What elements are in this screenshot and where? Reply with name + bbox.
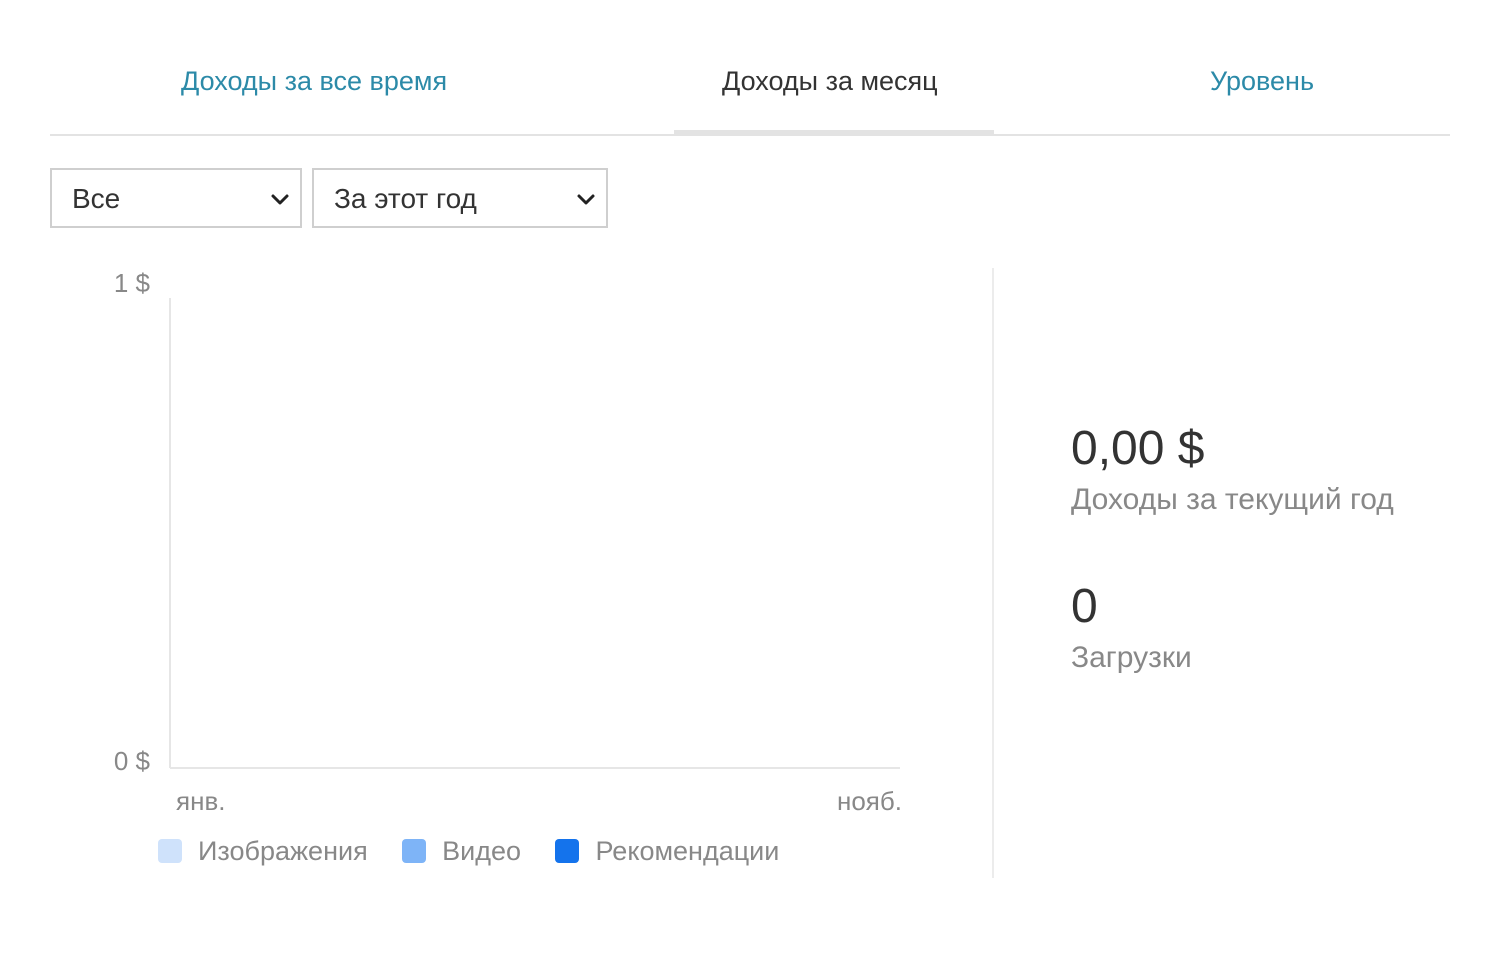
chart-legend: Изображения Видео Рекомендации <box>158 836 809 870</box>
chevron-down-icon <box>271 194 289 205</box>
chart-plot: 1 $ 0 $ янв. нояб. <box>114 268 902 816</box>
active-tab-indicator <box>674 130 994 135</box>
tab-all-time-earnings[interactable]: Доходы за все время <box>181 64 447 98</box>
type-select-value: Все <box>72 183 121 214</box>
tab-monthly-earnings[interactable]: Доходы за месяц <box>722 64 938 98</box>
stats-panel: 0,00 $ Доходы за текущий год 0 Загрузки <box>1071 420 1451 680</box>
year-earnings-value: 0,00 $ <box>1071 422 1205 475</box>
legend-label: Видео <box>442 836 522 866</box>
chevron-down-icon <box>577 194 595 205</box>
x-tick-label: нояб. <box>837 786 902 816</box>
period-select[interactable]: За этот год <box>312 168 608 228</box>
legend-label: Рекомендации <box>595 836 780 866</box>
legend-label: Изображения <box>198 836 368 866</box>
type-select[interactable]: Все <box>50 168 302 228</box>
downloads-label: Загрузки <box>1071 641 1192 674</box>
legend-item-recommendations[interactable]: Рекомендации <box>555 836 779 867</box>
downloads-value: 0 <box>1071 580 1098 633</box>
tab-level[interactable]: Уровень <box>1210 64 1314 98</box>
tab-bar: Доходы за все время Доходы за месяц Уров… <box>50 40 1450 136</box>
earnings-chart: 1 $ 0 $ янв. нояб. <box>90 260 920 880</box>
legend-item-video[interactable]: Видео <box>402 836 521 867</box>
y-tick-label: 1 $ <box>114 268 151 298</box>
legend-item-images[interactable]: Изображения <box>158 836 368 867</box>
legend-swatch <box>555 839 580 863</box>
panel-divider <box>992 268 994 878</box>
y-tick-label: 0 $ <box>114 746 151 776</box>
legend-swatch <box>158 839 182 863</box>
legend-swatch <box>402 839 427 863</box>
year-earnings-label: Доходы за текущий год <box>1071 483 1394 516</box>
period-select-value: За этот год <box>334 183 477 214</box>
x-tick-label: янв. <box>176 786 225 816</box>
